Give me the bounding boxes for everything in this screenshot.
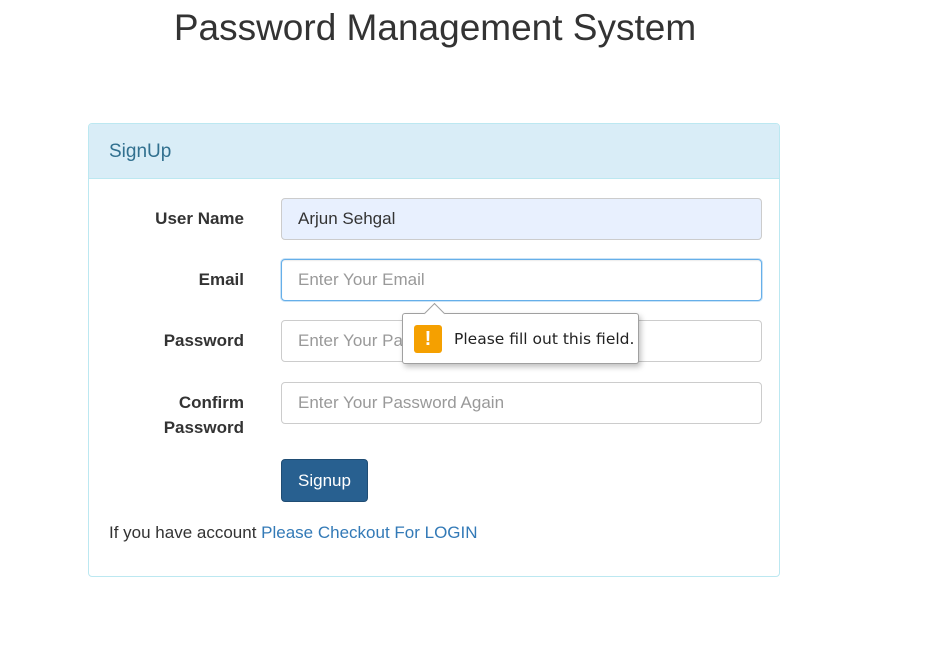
account-text: If you have account (109, 523, 262, 542)
email-label: Email (198, 270, 244, 289)
confirm-password-label: Confirm Password (89, 390, 244, 440)
email-input[interactable] (281, 259, 762, 301)
confirm-password-input[interactable] (281, 382, 762, 424)
warning-icon: ! (414, 324, 442, 353)
confirm-password-label-line2: Password (163, 418, 244, 437)
page-title: Password Management System (173, 7, 697, 48)
confirm-password-label-line1: Confirm (178, 393, 244, 412)
panel-heading: SignUp (89, 124, 779, 179)
password-label: Password (163, 331, 244, 350)
account-line: If you have account Please Checkout For … (109, 522, 478, 544)
signup-button[interactable]: Signup (281, 459, 368, 502)
login-link[interactable]: Please Checkout For LOGIN (261, 523, 477, 542)
validation-tooltip: ! Please fill out this field. (402, 302, 639, 364)
username-label: User Name (155, 209, 244, 228)
username-input[interactable] (281, 198, 762, 240)
tooltip-message: Please fill out this field. (454, 329, 635, 348)
